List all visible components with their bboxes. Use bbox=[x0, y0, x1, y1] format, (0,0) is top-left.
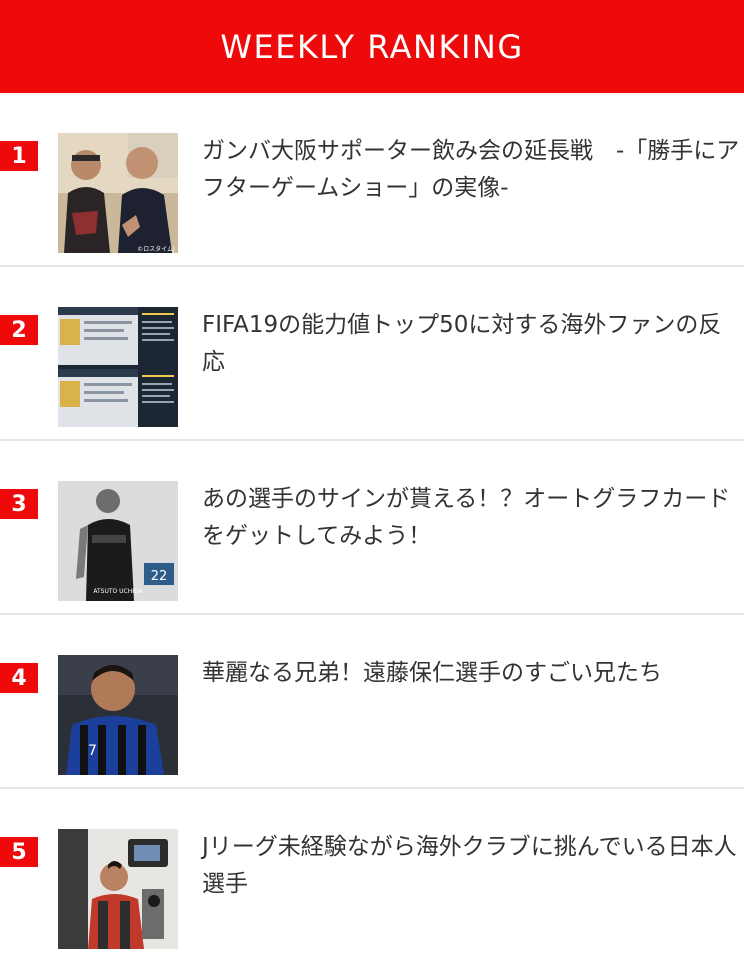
ranking-list: 1 ©ロスタイムJ ガンバ大阪サポーター飲み会の延長戦 -「勝手にアフターゲーム… bbox=[0, 93, 744, 963]
thumb-number: 7 bbox=[88, 743, 97, 759]
article-title[interactable]: FIFA19の能力値トップ50に対する海外ファンの反応 bbox=[202, 307, 744, 381]
article-title[interactable]: 華麗なる兄弟！遠藤保仁選手のすごい兄たち bbox=[202, 655, 744, 692]
rank-badge: 5 bbox=[0, 837, 38, 867]
thumb-number: 22 bbox=[151, 569, 168, 584]
article-thumbnail[interactable]: ©ロスタイムJ bbox=[58, 133, 178, 253]
ranking-item[interactable]: 5 Jリーグ未経験ながら海外クラブに挑んでいる日本人選手 bbox=[0, 789, 744, 963]
article-thumbnail[interactable]: 22 ATSUTO UCHIDA bbox=[58, 481, 178, 601]
ranking-item[interactable]: 3 22 ATSUTO UCHIDA あの選手のサインが貰える！？オートグラフカ… bbox=[0, 441, 744, 615]
article-thumbnail[interactable]: 7 bbox=[58, 655, 178, 775]
article-title[interactable]: Jリーグ未経験ながら海外クラブに挑んでいる日本人選手 bbox=[202, 829, 744, 903]
page-title: WEEKLY RANKING bbox=[220, 27, 524, 66]
article-thumbnail[interactable] bbox=[58, 829, 178, 949]
ranking-item[interactable]: 1 ©ロスタイムJ ガンバ大阪サポーター飲み会の延長戦 -「勝手にアフターゲーム… bbox=[0, 93, 744, 267]
rank-badge: 2 bbox=[0, 315, 38, 345]
thumb-caption: ©ロスタイムJ bbox=[137, 245, 175, 253]
article-title[interactable]: ガンバ大阪サポーター飲み会の延長戦 -「勝手にアフターゲームショー」の実像- bbox=[202, 133, 744, 207]
rank-badge: 4 bbox=[0, 663, 38, 693]
rank-badge: 3 bbox=[0, 489, 38, 519]
header: WEEKLY RANKING bbox=[0, 0, 744, 93]
rank-badge: 1 bbox=[0, 141, 38, 171]
article-title[interactable]: あの選手のサインが貰える！？オートグラフカードをゲットしてみよう！ bbox=[202, 481, 744, 555]
ranking-item[interactable]: 4 7 華麗なる兄弟！遠藤保仁選手のすごい兄たち bbox=[0, 615, 744, 789]
article-thumbnail[interactable] bbox=[58, 307, 178, 427]
thumb-caption: ATSUTO UCHIDA bbox=[93, 588, 143, 595]
ranking-item[interactable]: 2 FIFA19の能力値トップ50に対する海外ファンの反応 bbox=[0, 267, 744, 441]
